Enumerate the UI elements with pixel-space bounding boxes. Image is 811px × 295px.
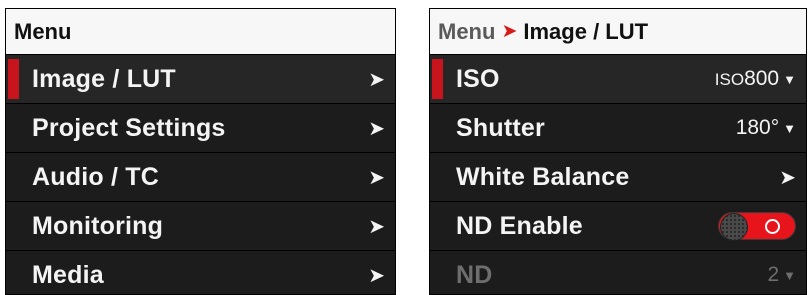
nd-value: 2 [767,263,780,286]
menu-item-label: Project Settings [32,113,226,142]
setting-white-balance[interactable]: White Balance ➤ [430,153,806,202]
menu-item-label: Audio / TC [32,162,159,191]
menu-item-label: Image / LUT [32,64,176,93]
shutter-value: 180° [735,116,780,139]
menu-item-audio-tc[interactable]: Audio / TC ➤ [6,153,395,202]
setting-label: White Balance [456,162,630,191]
dropdown-caret-icon: ▼ [783,71,796,87]
nd-enable-toggle[interactable] [718,212,796,241]
dropdown-caret-icon: ▼ [783,120,796,136]
image-lut-panel: Menu ➤ Image / LUT ISO ISO800 ▼ Shutter … [429,8,807,295]
breadcrumb-arrow-icon: ➤ [501,21,518,42]
chevron-right-icon: ➤ [368,166,385,189]
menu-title: Menu [14,18,72,44]
breadcrumb-current: Image / LUT [523,18,649,44]
setting-iso[interactable]: ISO ISO800 ▼ [430,55,806,104]
selection-indicator [432,59,443,99]
setting-label: ND [456,260,493,289]
breadcrumb: Menu ➤ Image / LUT [430,9,806,55]
menu-item-label: Monitoring [32,211,164,240]
chevron-right-icon: ➤ [779,166,796,189]
toggle-on-ring-icon [765,219,780,234]
chevron-right-icon: ➤ [368,117,385,140]
menu-item-project-settings[interactable]: Project Settings ➤ [6,104,395,153]
main-menu-panel: Menu Image / LUT ➤ Project Settings ➤ Au… [5,8,396,295]
setting-shutter[interactable]: Shutter 180° ▼ [430,104,806,153]
menu-item-label: Media [32,260,104,289]
setting-nd-enable[interactable]: ND Enable [430,202,806,251]
setting-nd: ND 2 ▼ [430,251,806,294]
setting-label: ISO [456,64,500,93]
chevron-right-icon: ➤ [368,215,385,238]
toggle-knob [720,213,748,241]
nd-dropdown: 2 ▼ [767,251,796,294]
shutter-dropdown[interactable]: 180° ▼ [736,104,796,152]
menu-item-media[interactable]: Media ➤ [6,251,395,294]
menu-item-monitoring[interactable]: Monitoring ➤ [6,202,395,251]
menu-item-image-lut[interactable]: Image / LUT ➤ [6,55,395,104]
setting-label: ND Enable [456,211,583,240]
setting-label: Shutter [456,113,545,142]
dropdown-caret-icon: ▼ [783,267,796,283]
breadcrumb-menu-link[interactable]: Menu [438,19,495,45]
selection-indicator [8,59,19,99]
menu-header: Menu [6,9,395,55]
chevron-right-icon: ➤ [368,68,385,91]
chevron-right-icon: ➤ [368,264,385,287]
iso-dropdown[interactable]: ISO800 ▼ [715,55,796,103]
iso-value: ISO800 [714,67,780,90]
